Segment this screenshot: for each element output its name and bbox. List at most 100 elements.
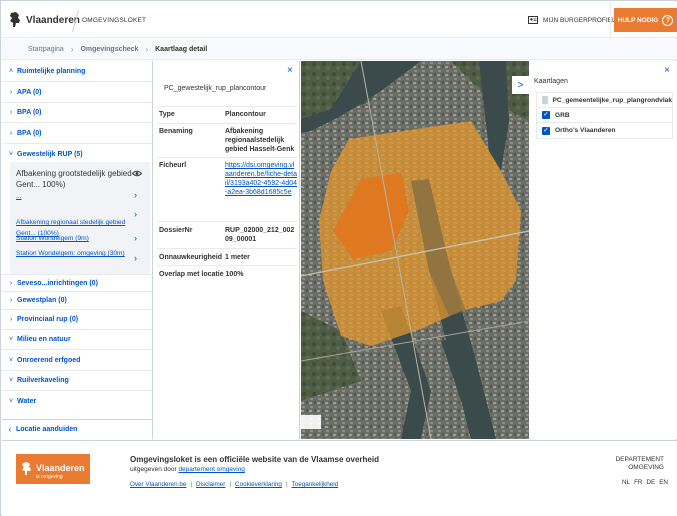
- breadcrumb-startpagina[interactable]: Startpagina: [28, 46, 64, 53]
- section-label: BPA (0): [17, 129, 42, 137]
- section-label: Milieu en natuur: [17, 336, 71, 343]
- row-value: Afbakening regionaalstedelijk gebied Has…: [225, 128, 295, 153]
- section-label: Onroerend erfgoed: [17, 356, 81, 364]
- chevron-right-icon: ›: [9, 109, 13, 116]
- footer-link-disclaimer[interactable]: Disclaimer: [196, 481, 225, 488]
- eye-icon[interactable]: [132, 170, 142, 177]
- chevron-right-icon: ›: [145, 45, 149, 54]
- row-key: Onnauwkeurigheid: [159, 254, 223, 261]
- brand-name[interactable]: Vlaanderen: [26, 15, 80, 26]
- checkbox[interactable]: ✓: [542, 111, 550, 119]
- close-icon[interactable]: ×: [287, 65, 293, 76]
- rup-item[interactable]: Station Wondelgem: omgeving (30m): [16, 248, 134, 259]
- chevron-down-icon: ˅: [8, 151, 14, 158]
- breadcrumb-current: Kaartlaag detail: [155, 46, 208, 53]
- layers-toggle-button[interactable]: >: [512, 76, 529, 94]
- back-label: Locatie aanduiden: [16, 426, 78, 433]
- table-row: DossierNr RUP_02000_212_00209_00001: [157, 221, 297, 248]
- footer-link-accessibility[interactable]: Toegankelijkheid: [292, 481, 339, 488]
- chevron-right-icon[interactable]: ›: [134, 209, 137, 219]
- section-ruimtelijke-planning[interactable]: ˄ Ruimtelijke planning: [2, 61, 152, 82]
- section-label: Seveso...inrichtingen (0): [17, 279, 98, 287]
- footer-logo[interactable]: Vlaanderen is omgeving: [16, 454, 90, 484]
- section-label: BPA (0): [17, 109, 42, 116]
- section-provinciaal-rup[interactable]: › Provinciaal rup (0): [2, 310, 152, 330]
- vlaanderen-lion-icon[interactable]: [8, 11, 22, 29]
- lang-fr[interactable]: FR: [634, 479, 642, 486]
- section-seveso[interactable]: › Seveso...inrichtingen (0): [2, 274, 152, 292]
- footer-links: Over Vlaanderen.be | Disclaimer | Cookie…: [130, 481, 338, 488]
- layer-detail-panel: × PC_gewestelijk_rup_plancontour Type Pl…: [155, 61, 300, 439]
- row-key: Benaming: [159, 128, 193, 135]
- section-label: Water: [17, 397, 37, 405]
- section-label: Provinciaal rup (0): [17, 316, 79, 323]
- breadcrumb: Startpagina › Omgevingscheck › Kaartlaag…: [2, 39, 677, 60]
- footer-logo-subtitle: is omgeving: [36, 474, 63, 480]
- help-button[interactable]: HULP NODIG ?: [614, 8, 677, 32]
- rup-selected[interactable]: Afbakening grootstedelijk gebied Gent...…: [16, 168, 134, 190]
- section-apa[interactable]: › APA (0): [2, 82, 152, 103]
- layer-item[interactable]: ✓ GRB: [537, 108, 672, 123]
- footer-link-over[interactable]: Over Vlaanderen.be: [130, 481, 186, 488]
- section-water[interactable]: ˅ Water: [2, 391, 152, 411]
- row-key: Type: [159, 111, 175, 118]
- section-gewestplan[interactable]: › Gewestplan (0): [2, 292, 152, 310]
- table-row: Benaming Afbakening regionaalstedelijk g…: [157, 123, 297, 157]
- footer-title: Omgevingsloket is een officiële website …: [130, 455, 379, 464]
- layer-item[interactable]: PC_gemeentelijke_rup_plangrondvlak: [537, 93, 672, 108]
- layers-list: PC_gemeentelijke_rup_plangrondvlak ✓ GRB…: [536, 92, 673, 139]
- section-onroerend-erfgoed[interactable]: ˅ Onroerend erfgoed: [2, 350, 152, 371]
- back-to-location-button[interactable]: ‹ Locatie aanduiden: [2, 419, 152, 439]
- table-row: Overlap met locatie 100%: [157, 265, 297, 282]
- breadcrumb-omgevingscheck[interactable]: Omgevingscheck: [80, 46, 138, 53]
- profile-label: MIJN BURGERPROFIEL: [543, 16, 616, 24]
- department-line-2: OMGEVING: [628, 464, 664, 471]
- chevron-right-icon[interactable]: ›: [134, 190, 137, 200]
- layer-label: GRB: [555, 111, 570, 119]
- map-view[interactable]: >: [301, 61, 529, 439]
- section-label: Gewestelijk RUP (5): [17, 151, 83, 158]
- layers-title: Kaartlagen: [534, 78, 568, 85]
- section-milieu-en-natuur[interactable]: ˅ Milieu en natuur: [2, 330, 152, 350]
- section-bpa-2[interactable]: › BPA (0): [2, 123, 152, 144]
- site-footer: Vlaanderen is omgeving Omgevingsloket is…: [2, 440, 677, 516]
- layers-panel: × Kaartlagen PC_gemeentelijke_rup_plangr…: [530, 61, 677, 439]
- map-scale: [301, 415, 321, 429]
- checkbox[interactable]: [542, 96, 548, 104]
- profile-link[interactable]: MIJN BURGERPROFIEL: [528, 15, 616, 25]
- app-frame: Vlaanderen OMGEVINGSLOKET MIJN BURGERPRO…: [0, 0, 677, 516]
- row-value: 1 meter: [225, 254, 250, 261]
- fiche-link[interactable]: https://dsi.omgeving.vlaanderen.be/fiche…: [225, 161, 297, 197]
- checkbox[interactable]: ✓: [542, 126, 550, 135]
- section-ruilverkaveling[interactable]: ˅ Ruilverkaveling: [2, 371, 152, 391]
- footer-link-separator: |: [285, 481, 288, 488]
- rup-item[interactable]: ...: [16, 191, 134, 202]
- product-name[interactable]: OMGEVINGSLOKET: [82, 17, 146, 24]
- department-link[interactable]: departement omgeving: [178, 466, 245, 473]
- profile-icon: [528, 16, 538, 24]
- lang-nl[interactable]: NL: [622, 479, 630, 486]
- question-icon: ?: [662, 14, 674, 26]
- lang-de[interactable]: DE: [646, 479, 655, 486]
- detail-title: PC_gewestelijk_rup_plancontour: [164, 85, 267, 92]
- section-label: APA (0): [17, 88, 42, 96]
- table-row: Onnauwkeurigheid 1 meter: [157, 248, 297, 265]
- chevron-down-icon: ˅: [8, 336, 14, 343]
- row-value: RUP_02000_212_00209_00001: [225, 227, 295, 243]
- layer-item[interactable]: ✓ Ortho's Vlaanderen: [537, 123, 672, 138]
- chevron-right-icon[interactable]: ›: [134, 233, 137, 243]
- row-value: Plancontour: [225, 111, 266, 118]
- section-bpa[interactable]: › BPA (0): [2, 103, 152, 123]
- footer-sub-prefix: uitgegeven door: [130, 466, 179, 473]
- overlap-text: Overlap met locatie 100%: [159, 271, 244, 278]
- lang-en[interactable]: EN: [659, 479, 668, 486]
- section-label: Gewestplan (0): [17, 297, 67, 304]
- close-icon[interactable]: ×: [664, 65, 670, 76]
- theme-sidebar: ˄ Ruimtelijke planning › APA (0) › BPA (…: [2, 61, 153, 439]
- chevron-right-icon: ›: [70, 45, 74, 54]
- footer-subtitle: uitgegeven door departement omgeving: [130, 466, 245, 473]
- chevron-right-icon[interactable]: ›: [134, 253, 137, 263]
- chevron-up-icon: ˄: [8, 67, 14, 75]
- rup-item[interactable]: Station Wondelgem (9m): [16, 233, 134, 244]
- footer-link-cookies[interactable]: Cookieverklaring: [235, 481, 282, 488]
